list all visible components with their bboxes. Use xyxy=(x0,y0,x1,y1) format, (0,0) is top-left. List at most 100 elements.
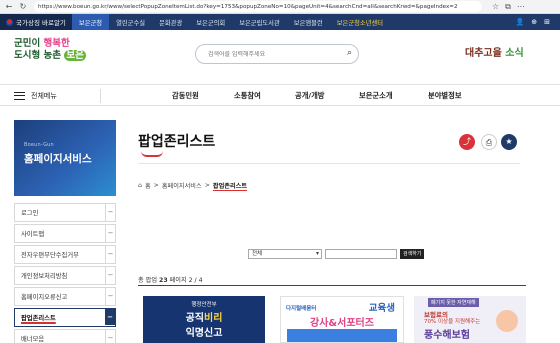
hamburger-icon xyxy=(14,92,25,100)
portal-tab-youth-center[interactable]: 보은군청소년센터 xyxy=(330,14,390,30)
breadcrumb-separator: > xyxy=(153,182,159,189)
breadcrumb-separator: > xyxy=(204,182,210,189)
popup-card-digital[interactable]: 다지털배움터 교육생 강사&서포터즈 xyxy=(280,296,404,343)
popup-card-report[interactable]: 행정안전부 공직비리 익명신고 xyxy=(143,296,265,343)
breadcrumb: ⌂ 홈 > 홈페이지서비스 > 팝업존리스트 xyxy=(138,181,247,190)
sidebar-item-label: 팝업존리스트 xyxy=(21,315,56,322)
breadcrumb-current: 팝업존리스트 xyxy=(212,183,248,190)
slogan: 대추고을 소식 xyxy=(465,44,550,59)
search-filter: 전체 검색하기 xyxy=(248,249,425,259)
nav-divider xyxy=(100,89,101,103)
sidebar-item-label: 배너모음 xyxy=(21,336,45,343)
slogan-b: 소식 xyxy=(505,48,524,59)
menu-item-participation[interactable]: 소통참여 xyxy=(234,85,261,107)
home-icon[interactable]: ⌂ xyxy=(138,182,142,189)
page-label: 페이지 xyxy=(169,277,187,284)
site-logo[interactable]: 군민이 행복한 도시형 농촌 보은 xyxy=(14,38,124,62)
sidebar-item-label: 사이트맵 xyxy=(21,231,45,238)
browser-menu-icon[interactable]: ⋯ xyxy=(517,2,525,12)
popup-card-line: 익명신고 xyxy=(185,328,223,339)
list-top-border xyxy=(138,285,526,286)
popup-card-band xyxy=(287,329,397,342)
page-info: 2 / 4 xyxy=(188,277,203,284)
main-nav: 전체메뉴 감동민원 소통참여 공개/개방 보은군소개 분야별정보 xyxy=(0,84,560,106)
sidebar-item-label: 로그인 xyxy=(21,210,39,217)
sidebar-eng-title: Boeun-Gun xyxy=(24,142,54,148)
portal-tab-council[interactable]: 보은군의회 xyxy=(189,14,232,30)
popup-card-line: 70% 이상을 지원해주는 xyxy=(424,319,481,325)
popup-card-tag: 폐기지 못한 자연재해 xyxy=(428,298,479,307)
gov-symbol-link[interactable]: 국가상징 바로알기 xyxy=(0,14,72,30)
print-icon[interactable]: ⎙ xyxy=(481,134,497,150)
popup-card-line: 행정안전부 xyxy=(191,302,217,308)
total-count: 23 xyxy=(159,277,168,284)
sidebar-item-banners[interactable]: 배너모음 − xyxy=(14,329,116,343)
menu-item-intro[interactable]: 보은군소개 xyxy=(359,85,393,107)
popup-card-line: 강사&서포터즈 xyxy=(310,318,374,329)
site-search: ⌕ xyxy=(195,44,359,64)
all-menu-label: 전체메뉴 xyxy=(31,92,57,100)
url-field[interactable]: https://www.boeun.go.kr/www/selectPopupZ… xyxy=(34,1,482,12)
url-text: https://www.boeun.go.kr/www/selectPopupZ… xyxy=(38,3,458,10)
star-icon[interactable]: ★ xyxy=(501,134,517,150)
reload-icon[interactable]: ↻ xyxy=(18,2,28,12)
back-icon[interactable]: ← xyxy=(4,2,14,12)
menu-item-fields[interactable]: 분야별정보 xyxy=(428,85,462,107)
portal-bar: 국가상징 바로알기 보은군청 열린군수실 문화관광 보은군의회 보은군립도서관 … xyxy=(0,14,560,30)
sidebar-header: Boeun-Gun 홈페이지서비스 xyxy=(14,120,116,196)
popup-card-line: 교육생 xyxy=(368,303,395,314)
site-header: 군민이 행복한 도시형 농촌 보은 ⌕ 대추고을 소식 xyxy=(0,30,560,78)
search-icon[interactable]: ⌕ xyxy=(347,48,352,58)
browser-address-bar: ← ↻ https://www.boeun.go.kr/www/selectPo… xyxy=(0,0,560,14)
search-input[interactable] xyxy=(208,50,338,58)
sidebar-item-label: 홈페이지오류신고 xyxy=(21,294,68,301)
popup-card-brand: 다지털배움터 xyxy=(286,306,317,312)
search-button[interactable]: 검색하기 xyxy=(400,249,425,259)
portal-tab-county-office[interactable]: 보은군청 xyxy=(71,14,110,30)
sidebar-item-login[interactable]: 로그인 − xyxy=(14,203,116,222)
portal-tab-culture[interactable]: 문화관광 xyxy=(152,14,189,30)
total-label: 총 팝업 xyxy=(138,277,158,284)
sidebar-item-label: 개인정보처리방침 xyxy=(21,273,68,280)
logo-line1: 군민이 xyxy=(14,38,44,49)
sidebar-title: 홈페이지서비스 xyxy=(24,153,92,165)
sidebar-item-email-refusal[interactable]: 전자우편무단수집거부 − xyxy=(14,245,116,264)
user-icon[interactable]: 👤 xyxy=(516,18,525,26)
popup-card-line: 공직 xyxy=(185,313,204,324)
all-menu-button[interactable]: 전체메뉴 xyxy=(14,85,57,107)
logo-line1-accent: 행복한 xyxy=(43,38,70,49)
breadcrumb-parent[interactable]: 홈페이지서비스 xyxy=(162,181,202,190)
minus-icon: − xyxy=(105,309,115,325)
share-icon[interactable]: ⤴ xyxy=(459,134,475,150)
portal-tab-ambulance[interactable]: 보은앰블런 xyxy=(287,14,330,30)
grid-icon[interactable]: ⊞ xyxy=(544,18,550,26)
minus-icon: − xyxy=(105,204,115,221)
logo-line2: 도시형 농촌 xyxy=(14,50,65,61)
popup-card-illustration xyxy=(496,310,518,332)
extensions-icon[interactable]: ⧉ xyxy=(505,2,511,12)
popup-card-line: 비리 xyxy=(204,313,223,324)
minus-icon: − xyxy=(105,246,115,263)
popup-card-line: 풍수해보험 xyxy=(424,330,470,341)
favorite-page-icon[interactable]: ☆ xyxy=(492,2,499,12)
portal-tab-library[interactable]: 보은군립도서관 xyxy=(232,14,287,30)
taegeuk-icon xyxy=(6,18,13,26)
sidebar-item-privacy[interactable]: 개인정보처리방침 − xyxy=(14,266,116,285)
menu-item-open[interactable]: 공개/개방 xyxy=(295,85,325,107)
popup-card-insurance[interactable]: 폐기지 못한 자연재해 보험료의 70% 이상을 지원해주는 풍수해보험 xyxy=(414,296,526,343)
search-category-select[interactable]: 전체 xyxy=(248,249,322,259)
menu-item-civil[interactable]: 감동민원 xyxy=(172,85,199,107)
minus-icon: − xyxy=(105,288,115,305)
globe-icon[interactable]: ⊕ xyxy=(531,18,537,26)
minus-icon: − xyxy=(105,267,115,284)
sidebar-item-error-report[interactable]: 홈페이지오류신고 − xyxy=(14,287,116,306)
sidebar-item-sitemap[interactable]: 사이트맵 − xyxy=(14,224,116,243)
gov-symbol-label: 국가상징 바로알기 xyxy=(16,19,66,27)
portal-tab-governor[interactable]: 열린군수실 xyxy=(109,14,152,30)
minus-icon: − xyxy=(105,330,115,343)
sidebar-item-popup-list[interactable]: 팝업존리스트 − xyxy=(14,308,116,327)
breadcrumb-home[interactable]: 홈 xyxy=(145,181,151,190)
keyword-input[interactable] xyxy=(325,249,397,259)
logo-line2-accent: 보은 xyxy=(64,50,86,61)
slogan-a: 대추고을 xyxy=(465,48,506,59)
